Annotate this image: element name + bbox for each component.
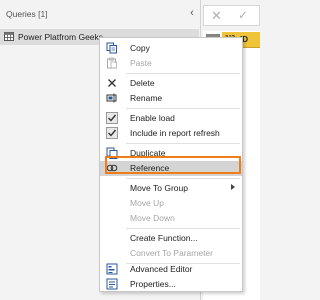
formula-bar: ✕ ✓ xyxy=(203,5,260,26)
copy-icon xyxy=(106,42,117,54)
menu-item-advanced-editor[interactable]: Advanced Editor xyxy=(100,262,242,277)
menu-item-label: Properties... xyxy=(130,279,176,289)
menu-item-paste[interactable]: Paste xyxy=(100,56,242,71)
menu-item-label: Rename xyxy=(130,93,163,103)
menu-item-rename[interactable]: Rename xyxy=(100,91,242,106)
paste-icon xyxy=(107,57,117,69)
menu-item-label: Paste xyxy=(130,58,152,68)
advanced-editor-icon xyxy=(106,263,118,275)
menu-separator xyxy=(126,108,240,109)
menu-item-label: Move To Group xyxy=(130,183,188,193)
query-name: Power Platfrom Geeks xyxy=(18,32,104,42)
menu-item-label: Move Down xyxy=(130,213,175,223)
menu-item-include-in-report-refresh[interactable]: Include in report refresh xyxy=(100,126,242,141)
menu-item-move-up[interactable]: Move Up xyxy=(100,196,242,211)
menu-separator xyxy=(126,228,240,229)
properties-icon xyxy=(106,278,118,290)
table-icon xyxy=(4,32,14,41)
menu-item-convert-to-parameter[interactable]: Convert To Parameter xyxy=(100,246,242,261)
delete-icon xyxy=(108,79,116,87)
checkbox-checked-icon xyxy=(106,112,118,124)
menu-item-enable-load[interactable]: Enable load xyxy=(100,111,242,126)
menu-item-label: Move Up xyxy=(130,198,165,208)
menu-item-label: Advanced Editor xyxy=(130,264,193,274)
menu-item-properties[interactable]: Properties... xyxy=(100,277,242,292)
menu-item-label: Delete xyxy=(130,78,155,88)
confirm-icon[interactable]: ✓ xyxy=(238,8,248,22)
menu-item-label: Convert To Parameter xyxy=(130,248,213,258)
menu-separator xyxy=(126,178,240,179)
menu-separator xyxy=(126,143,240,144)
chevron-left-icon[interactable]: ‹ xyxy=(186,6,198,20)
cancel-icon[interactable]: ✕ xyxy=(211,8,222,24)
menu-item-label: Copy xyxy=(130,43,150,53)
submenu-arrow-icon xyxy=(231,184,235,190)
menu-item-label: Enable load xyxy=(130,113,175,123)
menu-separator xyxy=(126,73,240,74)
queries-header: Queries [1] xyxy=(6,9,48,19)
reference-highlight-frame xyxy=(105,156,241,174)
checkbox-checked-icon xyxy=(106,127,118,139)
menu-item-copy[interactable]: Copy xyxy=(100,41,242,56)
menu-item-label: Include in report refresh xyxy=(130,128,220,138)
rename-icon xyxy=(106,93,117,103)
menu-item-label: Create Function... xyxy=(130,233,198,243)
menu-item-delete[interactable]: Delete xyxy=(100,76,242,91)
menu-item-move-to-group[interactable]: Move To Group xyxy=(100,181,242,196)
menu-item-move-down[interactable]: Move Down xyxy=(100,211,242,226)
menu-item-create-function[interactable]: Create Function... xyxy=(100,231,242,246)
